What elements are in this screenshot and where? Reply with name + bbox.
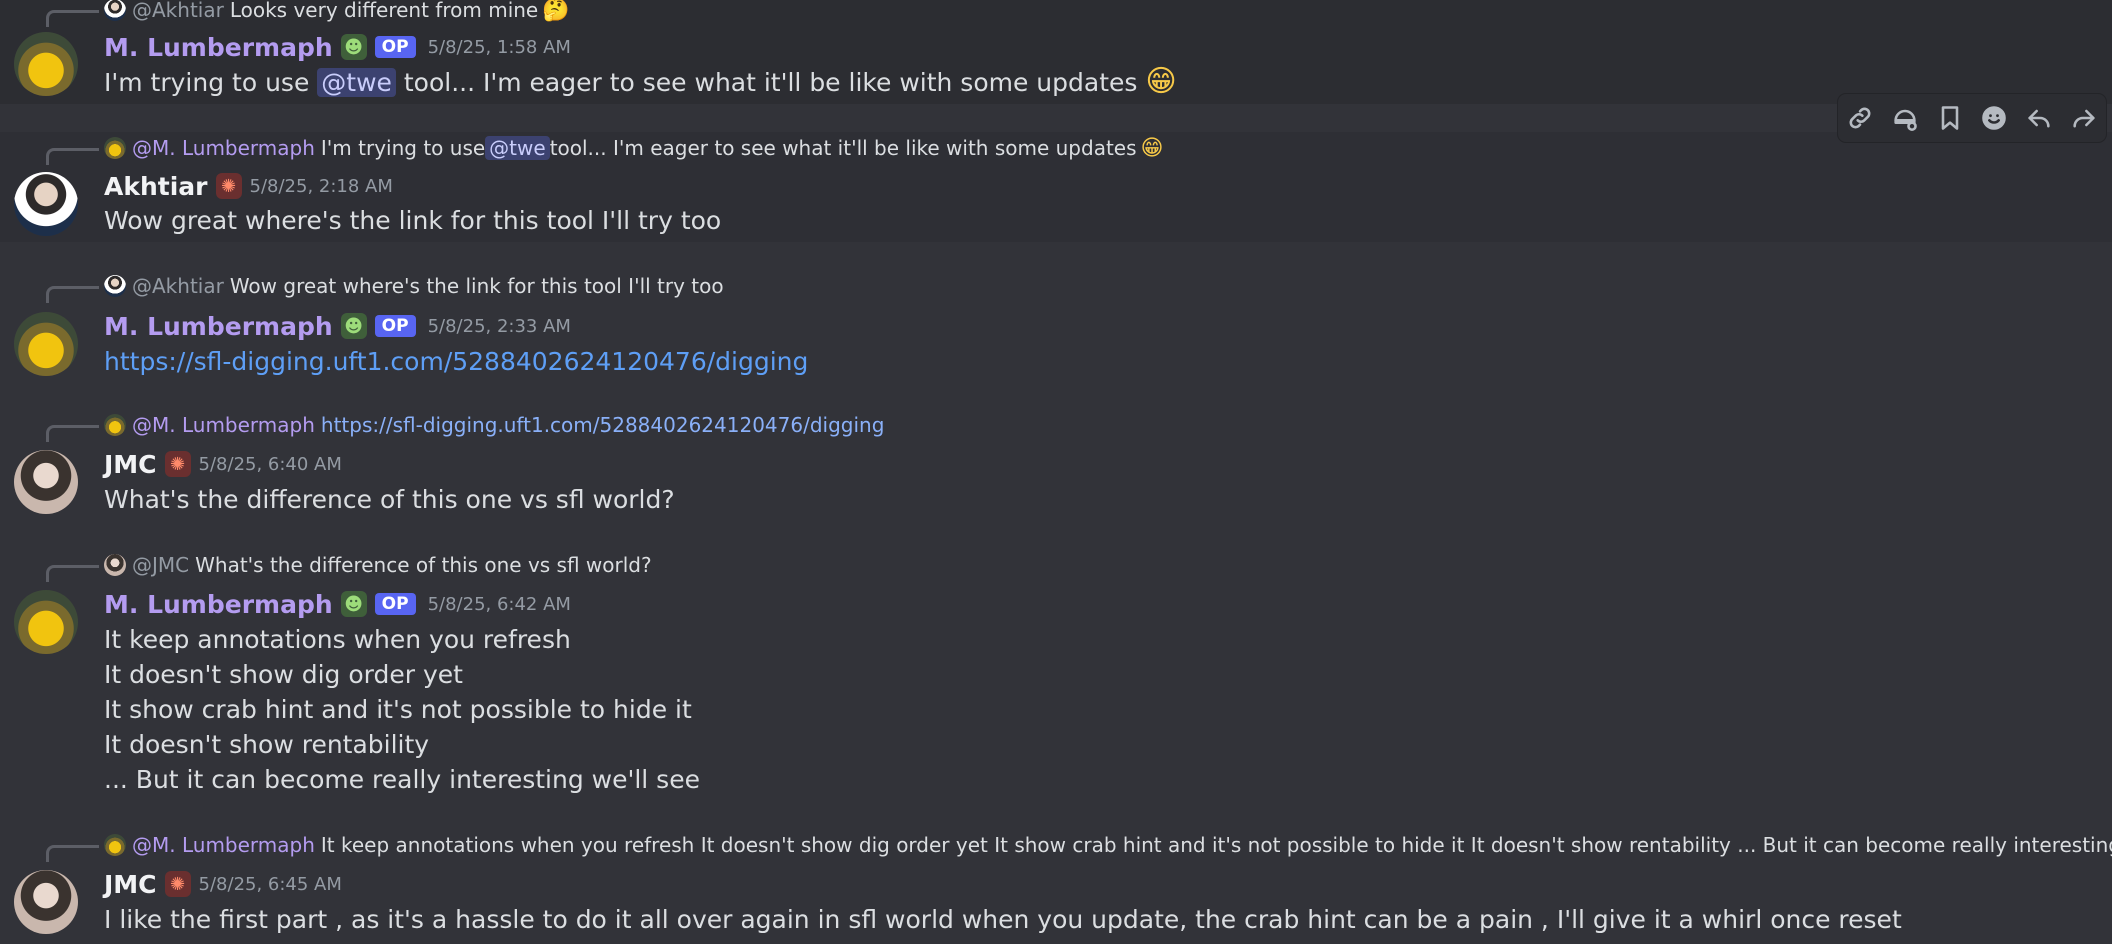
reply-text: Wow great where's the link for this tool… <box>229 274 724 298</box>
message-content: It keep annotations when you refresh It … <box>104 622 700 797</box>
reply-icon[interactable] <box>2021 100 2057 136</box>
reply-connector <box>46 148 99 165</box>
message: @M. Lumbermaph I'm trying to use @twe to… <box>0 132 2112 242</box>
avatar <box>104 834 126 856</box>
timestamp: 5/8/25, 6:42 AM <box>427 593 571 615</box>
timestamp: 5/8/25, 2:33 AM <box>427 315 571 337</box>
message-header: JMC ✺ 5/8/25, 6:45 AM <box>104 867 342 901</box>
avatar <box>104 554 126 576</box>
reply-text: What's the difference of this one vs sfl… <box>195 553 652 577</box>
add-reaction-icon[interactable] <box>1887 100 1923 136</box>
message-link[interactable]: https://sfl-digging.uft1.com/52884026241… <box>104 347 808 376</box>
reply-connector <box>46 10 99 27</box>
grin-emoji: 😁 <box>1140 135 1164 161</box>
reply-link[interactable]: https://sfl-digging.uft1.com/52884026241… <box>321 413 885 437</box>
emoji-icon[interactable] <box>1976 100 2012 136</box>
avatar <box>104 275 126 297</box>
avatar[interactable] <box>14 172 78 236</box>
message-content: I'm trying to use @twe tool... I'm eager… <box>104 64 1177 100</box>
avatar[interactable] <box>14 32 78 96</box>
op-badge: OP <box>374 593 416 615</box>
timestamp: 5/8/25, 1:58 AM <box>427 36 571 58</box>
message-line: It keep annotations when you refresh <box>104 625 571 654</box>
grin-emoji: 😁 <box>1145 64 1177 99</box>
reply-preview[interactable]: @M. Lumbermaph It keep annotations when … <box>104 832 2112 858</box>
reply-author[interactable]: @M. Lumbermaph <box>132 833 315 857</box>
content-text: tool... I'm eager to see what it'll be l… <box>395 68 1138 97</box>
avatar[interactable] <box>14 870 78 934</box>
reply-preview[interactable]: @M. Lumbermaph https://sfl-digging.uft1.… <box>104 412 884 438</box>
thinking-emoji: 🤔 <box>542 0 570 23</box>
reply-connector <box>46 565 99 582</box>
message: @M. Lumbermaph https://sfl-digging.uft1.… <box>0 409 2112 519</box>
author-name[interactable]: M. Lumbermaph <box>104 312 333 341</box>
message-content: I like the first part , as it's a hassle… <box>104 905 1902 934</box>
author-name[interactable]: M. Lumbermaph <box>104 33 333 62</box>
op-badge: OP <box>374 315 416 337</box>
message-header: JMC ✺ 5/8/25, 6:40 AM <box>104 447 342 481</box>
timestamp: 5/8/25, 6:40 AM <box>198 453 342 475</box>
message-line: It show crab hint and it's not possible … <box>104 695 692 724</box>
timestamp: 5/8/25, 6:45 AM <box>198 873 342 895</box>
reply-connector <box>46 845 99 862</box>
avatar <box>104 0 126 21</box>
message-header: M. Lumbermaph ☻ OP 5/8/25, 1:58 AM <box>104 30 571 64</box>
user-mention[interactable]: @twe <box>317 68 396 97</box>
crab-icon: ✺ <box>215 173 242 199</box>
reply-preview[interactable]: @M. Lumbermaph I'm trying to use @twe to… <box>104 135 1163 161</box>
reply-author[interactable]: @Akhtiar <box>132 274 224 298</box>
message-header: M. Lumbermaph ☻ OP 5/8/25, 2:33 AM <box>104 309 571 343</box>
author-name[interactable]: JMC <box>104 870 157 899</box>
message-line: ... But it can become really interesting… <box>104 765 700 794</box>
reply-preview[interactable]: @Akhtiar Wow great where's the link for … <box>104 273 724 299</box>
message: @JMC What's the difference of this one v… <box>0 549 2112 799</box>
message-content: https://sfl-digging.uft1.com/52884026241… <box>104 344 808 379</box>
message-header: M. Lumbermaph ☻ OP 5/8/25, 6:42 AM <box>104 587 571 621</box>
reply-text: It keep annotations when you refresh It … <box>320 833 2112 857</box>
message-line: It doesn't show rentability <box>104 730 430 759</box>
message-content: What's the difference of this one vs sfl… <box>104 485 675 514</box>
reply-preview[interactable]: @Akhtiar Looks very different from mine … <box>104 0 570 23</box>
message-line: It doesn't show dig order yet <box>104 660 463 689</box>
reply-text: Looks very different from mine <box>229 0 539 22</box>
reply-text: I'm trying to use <box>320 136 486 160</box>
message: @Akhtiar Looks very different from mine … <box>0 0 2112 104</box>
author-name[interactable]: JMC <box>104 450 157 479</box>
message-header: Akhtiar ✺ 5/8/25, 2:18 AM <box>104 169 393 203</box>
reply-author[interactable]: @Akhtiar <box>132 0 224 22</box>
reply-connector <box>46 286 99 303</box>
goblin-icon: ☻ <box>340 591 367 617</box>
message: @M. Lumbermaph It keep annotations when … <box>0 829 2112 944</box>
reply-author[interactable]: @JMC <box>132 553 189 577</box>
message-content: Wow great where's the link for this tool… <box>104 206 722 235</box>
avatar[interactable] <box>14 312 78 376</box>
crab-icon: ✺ <box>164 871 191 897</box>
reply-preview[interactable]: @JMC What's the difference of this one v… <box>104 552 652 578</box>
reply-text: tool... I'm eager to see what it'll be l… <box>549 136 1137 160</box>
avatar[interactable] <box>14 450 78 514</box>
content-text: I'm trying to use <box>104 68 318 97</box>
avatar[interactable] <box>14 590 78 654</box>
reply-author[interactable]: @M. Lumbermaph <box>132 413 315 437</box>
avatar <box>104 414 126 436</box>
link-icon[interactable] <box>1842 100 1878 136</box>
goblin-icon: ☻ <box>340 34 367 60</box>
op-badge: OP <box>374 36 416 58</box>
reply-connector <box>46 425 99 442</box>
avatar <box>104 137 126 159</box>
crab-icon: ✺ <box>164 451 191 477</box>
timestamp: 5/8/25, 2:18 AM <box>249 175 393 197</box>
author-name[interactable]: M. Lumbermaph <box>104 590 333 619</box>
user-mention[interactable]: @twe <box>485 136 550 160</box>
message-toolbar <box>1838 94 2106 142</box>
message: @Akhtiar Wow great where's the link for … <box>0 270 2112 380</box>
reply-author[interactable]: @M. Lumbermaph <box>132 136 315 160</box>
forward-icon[interactable] <box>2066 100 2102 136</box>
bookmark-icon[interactable] <box>1932 100 1968 136</box>
author-name[interactable]: Akhtiar <box>104 172 208 201</box>
goblin-icon: ☻ <box>340 313 367 339</box>
